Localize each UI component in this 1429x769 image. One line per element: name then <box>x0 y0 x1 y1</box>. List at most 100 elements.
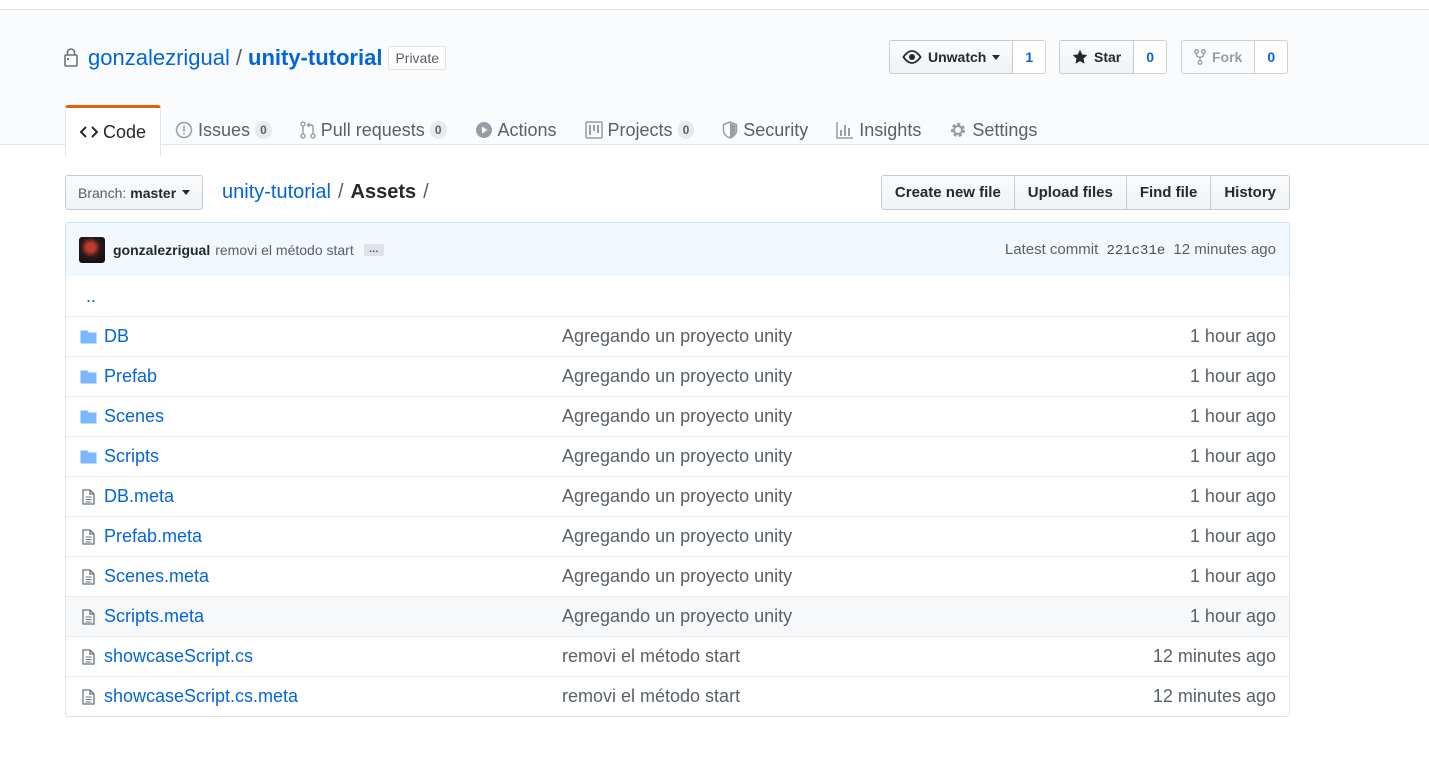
unwatch-label: Unwatch <box>928 49 987 65</box>
file-directory-icon <box>79 450 97 464</box>
upload-files-button[interactable]: Upload files <box>1013 175 1127 210</box>
file-row[interactable]: Scenes.meta Agregando un proyecto unity 1 … <box>66 556 1289 596</box>
file-commit-message-link[interactable]: Agregando un proyecto unity <box>562 606 1190 627</box>
tab-code-label: Code <box>103 121 147 142</box>
file-row[interactable]: DB Agregando un proyecto unity 1 hour ago <box>66 316 1289 356</box>
file-row[interactable]: Prefab.meta Agregando un proyecto unity 1 … <box>66 516 1289 556</box>
file-commit-age: 12 minutes ago <box>1152 646 1276 666</box>
tab-security-label: Security <box>743 119 809 140</box>
tab-pull-requests-label: Pull requests <box>320 119 425 140</box>
avatar[interactable] <box>79 236 105 263</box>
latest-commit-info: Latest commit 221c31e 12 minutes ago <box>1005 241 1276 259</box>
watchers-count[interactable]: 1 <box>1013 40 1047 74</box>
file-commit-message-link[interactable]: Agregando un proyecto unity <box>562 566 1190 587</box>
file-row[interactable]: Prefab Agregando un proyecto unity 1 hour … <box>66 356 1289 396</box>
lock-icon <box>64 47 80 69</box>
file-list: .. DB Agregando un proyecto unity 1 hour a… <box>65 276 1290 717</box>
commit-sha-link[interactable]: 221c31e <box>1106 243 1165 259</box>
stargazers-count[interactable]: 0 <box>1134 40 1168 74</box>
tab-insights[interactable]: Insights <box>822 105 935 155</box>
file-name-link[interactable]: DB.meta <box>104 486 562 507</box>
repo-header: gonzalezrigual / unity-tutorial Private … <box>0 10 1429 156</box>
find-file-button[interactable]: Find file <box>1125 175 1212 210</box>
pull-requests-counter: 0 <box>429 121 447 139</box>
commit-author-link[interactable]: gonzalezrigual <box>113 242 210 258</box>
tab-security[interactable]: Security <box>708 105 822 155</box>
tab-issues[interactable]: Issues 0 <box>161 105 286 155</box>
commit-expand-button[interactable]: … <box>363 243 384 256</box>
file-name-link[interactable]: DB <box>104 326 562 347</box>
file-name-link[interactable]: showcaseScript.cs.meta <box>104 686 562 707</box>
fork-group: Fork 0 <box>1181 40 1289 74</box>
tab-insights-label: Insights <box>859 119 922 140</box>
file-commit-message-link[interactable]: Agregando un proyecto unity <box>562 366 1190 387</box>
breadcrumb: unity-tutorial / Assets / <box>222 175 436 210</box>
unwatch-button[interactable]: Unwatch <box>889 40 1014 74</box>
file-commit-age: 1 hour ago <box>1189 366 1276 386</box>
file-row[interactable]: DB.meta Agregando un proyecto unity 1 hour… <box>66 476 1289 516</box>
file-directory-icon <box>79 330 97 344</box>
file-name-link[interactable]: Scripts <box>104 446 562 467</box>
file-name-link[interactable]: showcaseScript.cs <box>104 646 562 667</box>
commit-message-link[interactable]: removi el método start <box>215 242 354 258</box>
file-name-link[interactable]: Scenes.meta <box>104 566 562 587</box>
file-commit-message-link[interactable]: Agregando un proyecto unity <box>562 326 1190 347</box>
file-row[interactable]: Scenes Agregando un proyecto unity 1 hour … <box>66 396 1289 436</box>
file-commit-message-link[interactable]: Agregando un proyecto unity <box>562 526 1190 547</box>
tab-code[interactable]: Code <box>65 105 162 156</box>
file-commit-message-link[interactable]: removi el método start <box>562 686 1153 707</box>
issue-opened-icon <box>175 121 193 139</box>
projects-counter: 0 <box>677 121 695 139</box>
file-commit-message-link[interactable]: Agregando un proyecto unity <box>562 406 1190 427</box>
file-row[interactable]: showcaseScript.cs removi el método start 1… <box>66 636 1289 676</box>
file-commit-age: 1 hour ago <box>1189 486 1276 506</box>
star-button[interactable]: Star <box>1059 40 1135 74</box>
tab-settings[interactable]: Settings <box>935 105 1051 155</box>
fork-label: Fork <box>1212 49 1243 65</box>
tab-actions[interactable]: Actions <box>461 105 571 155</box>
commit-age: 12 minutes ago <box>1173 240 1276 258</box>
file-name-link[interactable]: Prefab.meta <box>104 526 562 547</box>
create-new-file-button[interactable]: Create new file <box>880 175 1015 210</box>
forks-count[interactable]: 0 <box>1255 40 1289 74</box>
file-row[interactable]: Scripts.meta Agregando un proyecto unity 1… <box>66 596 1289 636</box>
file-directory-icon <box>79 370 97 384</box>
history-button[interactable]: History <box>1210 175 1290 210</box>
file-name-link[interactable]: Scripts.meta <box>104 606 562 627</box>
commit-tease: gonzalezrigual removi el método start … … <box>65 222 1290 277</box>
star-label: Star <box>1094 49 1122 65</box>
tab-actions-label: Actions <box>497 119 557 140</box>
fork-button[interactable]: Fork <box>1181 40 1256 74</box>
file-name-link[interactable]: Prefab <box>104 366 562 387</box>
gear-icon <box>951 123 966 137</box>
branch-select-button[interactable]: Branch: master <box>65 175 204 210</box>
file-row[interactable]: showcaseScript.cs.meta removi el método s… <box>66 676 1289 716</box>
parent-directory-link[interactable]: .. <box>66 286 524 307</box>
file-commit-age: 1 hour ago <box>1189 606 1276 626</box>
tab-pull-requests[interactable]: Pull requests 0 <box>286 105 461 155</box>
tab-projects-label: Projects <box>607 119 673 140</box>
breadcrumb-current: Assets <box>350 181 417 203</box>
play-icon <box>475 122 492 138</box>
file-commit-message-link[interactable]: Agregando un proyecto unity <box>562 486 1190 507</box>
star-group: Star 0 <box>1059 40 1168 74</box>
repo-nav: Code Issues 0 Pull requests 0 Actions Pr… <box>65 105 1051 156</box>
git-pull-request-icon <box>300 121 316 139</box>
breadcrumb-trailing-separator: / <box>423 181 429 203</box>
parent-directory-row[interactable]: .. <box>66 276 1289 316</box>
breadcrumb-root-link[interactable]: unity-tutorial <box>222 181 331 204</box>
file-commit-message-link[interactable]: Agregando un proyecto unity <box>562 446 1190 467</box>
file-commit-message-link[interactable]: removi el método start <box>562 646 1153 667</box>
file-actions: Create new file Upload files Find file H… <box>880 175 1290 210</box>
private-label: Private <box>388 46 447 70</box>
file-icon <box>79 648 97 665</box>
branch-value: master <box>130 184 177 201</box>
repo-name-link[interactable]: unity-tutorial <box>248 45 382 71</box>
eye-icon <box>902 50 922 64</box>
tab-projects[interactable]: Projects 0 <box>571 105 709 155</box>
issues-counter: 0 <box>255 121 272 139</box>
file-name-link[interactable]: Scenes <box>104 406 562 427</box>
file-row[interactable]: Scripts Agregando un proyecto unity 1 hour… <box>66 436 1289 476</box>
repo-owner-link[interactable]: gonzalezrigual <box>88 45 230 71</box>
file-commit-age: 1 hour ago <box>1189 566 1276 586</box>
